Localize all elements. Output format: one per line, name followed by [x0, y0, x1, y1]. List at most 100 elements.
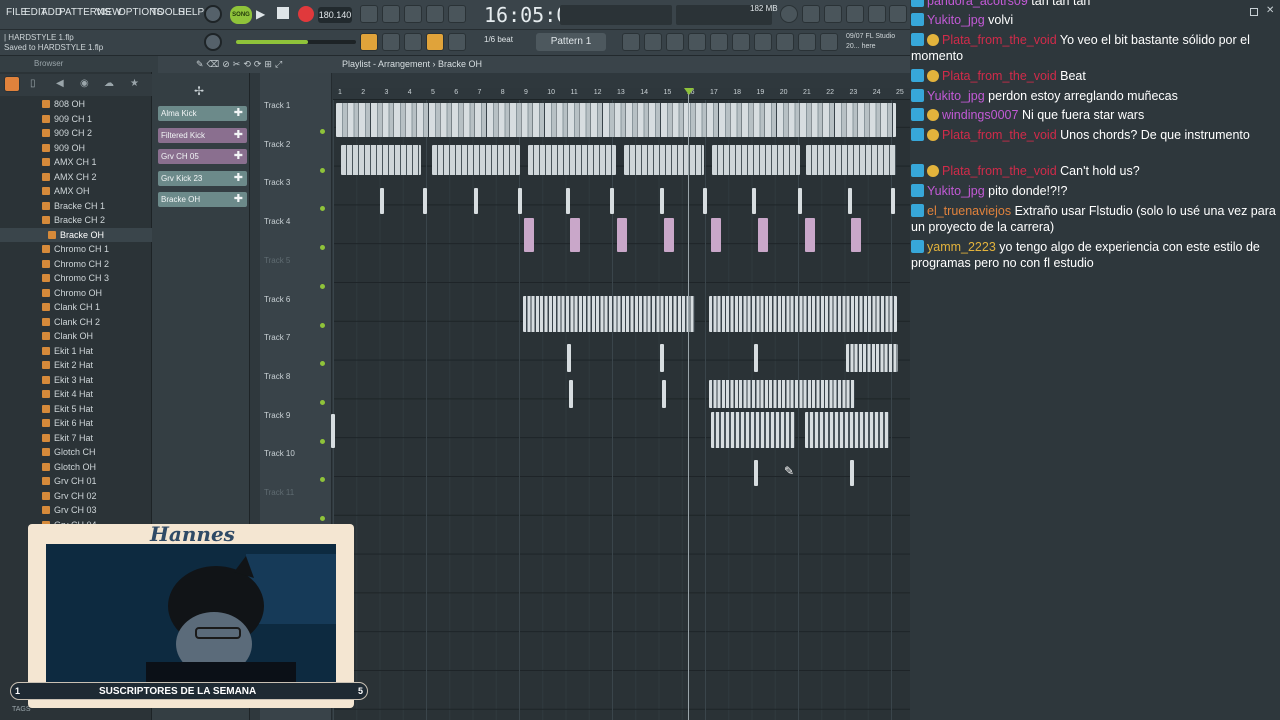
track-name[interactable]: Track 3: [264, 178, 290, 187]
step-edit-icon[interactable]: [426, 5, 444, 23]
browser-item[interactable]: Ekit 2 Hat: [0, 358, 152, 373]
track-mute-led[interactable]: [320, 322, 325, 328]
pattern-clip[interactable]: [850, 460, 854, 486]
pattern-clip[interactable]: [524, 218, 534, 252]
browser-item[interactable]: Grv CH 03: [0, 503, 152, 518]
pattern-clip[interactable]: [566, 188, 570, 214]
browser-item[interactable]: Chromo CH 3: [0, 271, 152, 286]
pattern-clip[interactable]: [798, 188, 802, 214]
piano-roll-icon[interactable]: [644, 33, 662, 51]
track-name[interactable]: Track 10: [264, 449, 295, 458]
pattern-clip[interactable]: [711, 218, 721, 252]
track-name[interactable]: Track 9: [264, 411, 290, 420]
channel-add-icon[interactable]: ✚: [234, 192, 243, 207]
browser-item[interactable]: AMX CH 2: [0, 170, 152, 185]
chat-username[interactable]: Plata_from_the_void: [942, 69, 1057, 83]
pattern-clip[interactable]: [423, 188, 427, 214]
channel-button[interactable]: Alma Kick ✚: [158, 106, 247, 121]
chat-username[interactable]: Yukito_jpg: [927, 13, 985, 27]
browser-icon[interactable]: [710, 33, 728, 51]
channel-button[interactable]: Bracke OH ✚: [158, 192, 247, 207]
browser-item[interactable]: Chromo CH 1: [0, 242, 152, 257]
pattern-clip[interactable]: [848, 188, 852, 214]
chat-username[interactable]: windings0007: [942, 108, 1018, 122]
channel-add-icon[interactable]: ✚: [234, 171, 243, 186]
star-icon[interactable]: ★: [130, 78, 139, 89]
track-name[interactable]: Track 5: [264, 256, 290, 265]
chat-username[interactable]: Yukito_jpg: [927, 184, 985, 198]
pattern-clip[interactable]: [662, 380, 666, 408]
countdown-icon[interactable]: [404, 5, 422, 23]
link-icon[interactable]: [426, 33, 444, 51]
chat-username[interactable]: Plata_from_the_void: [942, 33, 1057, 47]
pattern-clip[interactable]: [380, 188, 384, 214]
browser-item[interactable]: Glotch CH: [0, 445, 152, 460]
arrow-right-icon[interactable]: [382, 33, 400, 51]
chat-username[interactable]: pandora_acotrs09: [927, 0, 1028, 8]
pattern-clip[interactable]: [754, 344, 758, 372]
browser-item[interactable]: Bracke CH 1: [0, 199, 152, 214]
pattern-clip[interactable]: [610, 188, 614, 214]
chat-username[interactable]: Plata_from_the_void: [942, 164, 1057, 178]
track-mute-led[interactable]: [320, 399, 325, 405]
browser-item[interactable]: 808 OH: [0, 97, 152, 112]
pattern-clip[interactable]: [570, 218, 580, 252]
browser-item[interactable]: Bracke OH: [0, 227, 152, 242]
help-icon[interactable]: [846, 5, 864, 23]
render-icon[interactable]: [889, 5, 907, 23]
pattern-clip[interactable]: [518, 188, 522, 214]
loop-record-icon[interactable]: [448, 5, 466, 23]
pattern-clip[interactable]: [474, 188, 478, 214]
pattern-clip[interactable]: [711, 412, 795, 448]
browser-item[interactable]: Bracke CH 2: [0, 213, 152, 228]
news-panel[interactable]: 09/07 FL Studio 20... here: [846, 32, 910, 52]
pattern-clip[interactable]: [624, 145, 704, 175]
track-mute-led[interactable]: [320, 283, 325, 289]
channel-add-icon[interactable]: ✚: [234, 106, 243, 121]
channel-button[interactable]: Filtered Kick ✚: [158, 127, 247, 143]
menu-help[interactable]: HELP: [178, 7, 204, 18]
pattern-clip[interactable]: [569, 380, 573, 408]
channel-button[interactable]: Grv CH 05 ✚: [158, 149, 247, 164]
pattern-clip[interactable]: [805, 218, 815, 252]
play-icon[interactable]: ▶: [256, 7, 270, 21]
pattern-clip[interactable]: [660, 344, 664, 372]
track-mute-led[interactable]: [320, 438, 325, 444]
channel-button[interactable]: Grv Kick 23 ✚: [158, 170, 247, 186]
project-icon[interactable]: [732, 33, 750, 51]
pattern-clip[interactable]: [528, 145, 616, 175]
track-name[interactable]: Track 11: [264, 488, 294, 497]
browser-item[interactable]: Chromo CH 2: [0, 257, 152, 272]
pattern-clip[interactable]: [567, 344, 571, 372]
cart-icon[interactable]: [820, 33, 838, 51]
track-mute-led[interactable]: [320, 516, 325, 521]
pattern-clip[interactable]: [851, 218, 861, 252]
tempo-tapper-icon[interactable]: [798, 33, 816, 51]
pattern-clip[interactable]: [660, 188, 664, 214]
touch-controller-icon[interactable]: [776, 33, 794, 51]
playlist-view-icon[interactable]: [360, 33, 378, 51]
channel-rack-icon[interactable]: [666, 33, 684, 51]
pattern-clip[interactable]: [523, 296, 695, 332]
playlist-icon[interactable]: [622, 33, 640, 51]
track-name[interactable]: Track 2: [264, 140, 290, 149]
pattern-clip[interactable]: [891, 188, 895, 214]
playhead[interactable]: [688, 88, 689, 720]
forward-icon[interactable]: [404, 33, 422, 51]
pattern-clip[interactable]: [331, 414, 335, 448]
pattern-clip[interactable]: [341, 145, 421, 175]
plugin-picker-icon[interactable]: [754, 33, 772, 51]
file-icon[interactable]: ▯: [30, 78, 36, 89]
add-channel-icon[interactable]: ✢: [194, 84, 204, 98]
save-icon[interactable]: [868, 5, 886, 23]
browser-item[interactable]: Clank OH: [0, 329, 152, 344]
browser-item[interactable]: Ekit 5 Hat: [0, 402, 152, 417]
pattern-clip[interactable]: [664, 218, 674, 252]
browser-item[interactable]: Ekit 4 Hat: [0, 387, 152, 402]
mic-icon[interactable]: [824, 5, 842, 23]
browser-item[interactable]: AMX OH: [0, 184, 152, 199]
browser-item[interactable]: 909 OH: [0, 141, 152, 156]
master-volume-slider[interactable]: [236, 40, 356, 44]
master-pitch-knob[interactable]: [204, 5, 222, 23]
browser-item[interactable]: Ekit 7 Hat: [0, 431, 152, 446]
